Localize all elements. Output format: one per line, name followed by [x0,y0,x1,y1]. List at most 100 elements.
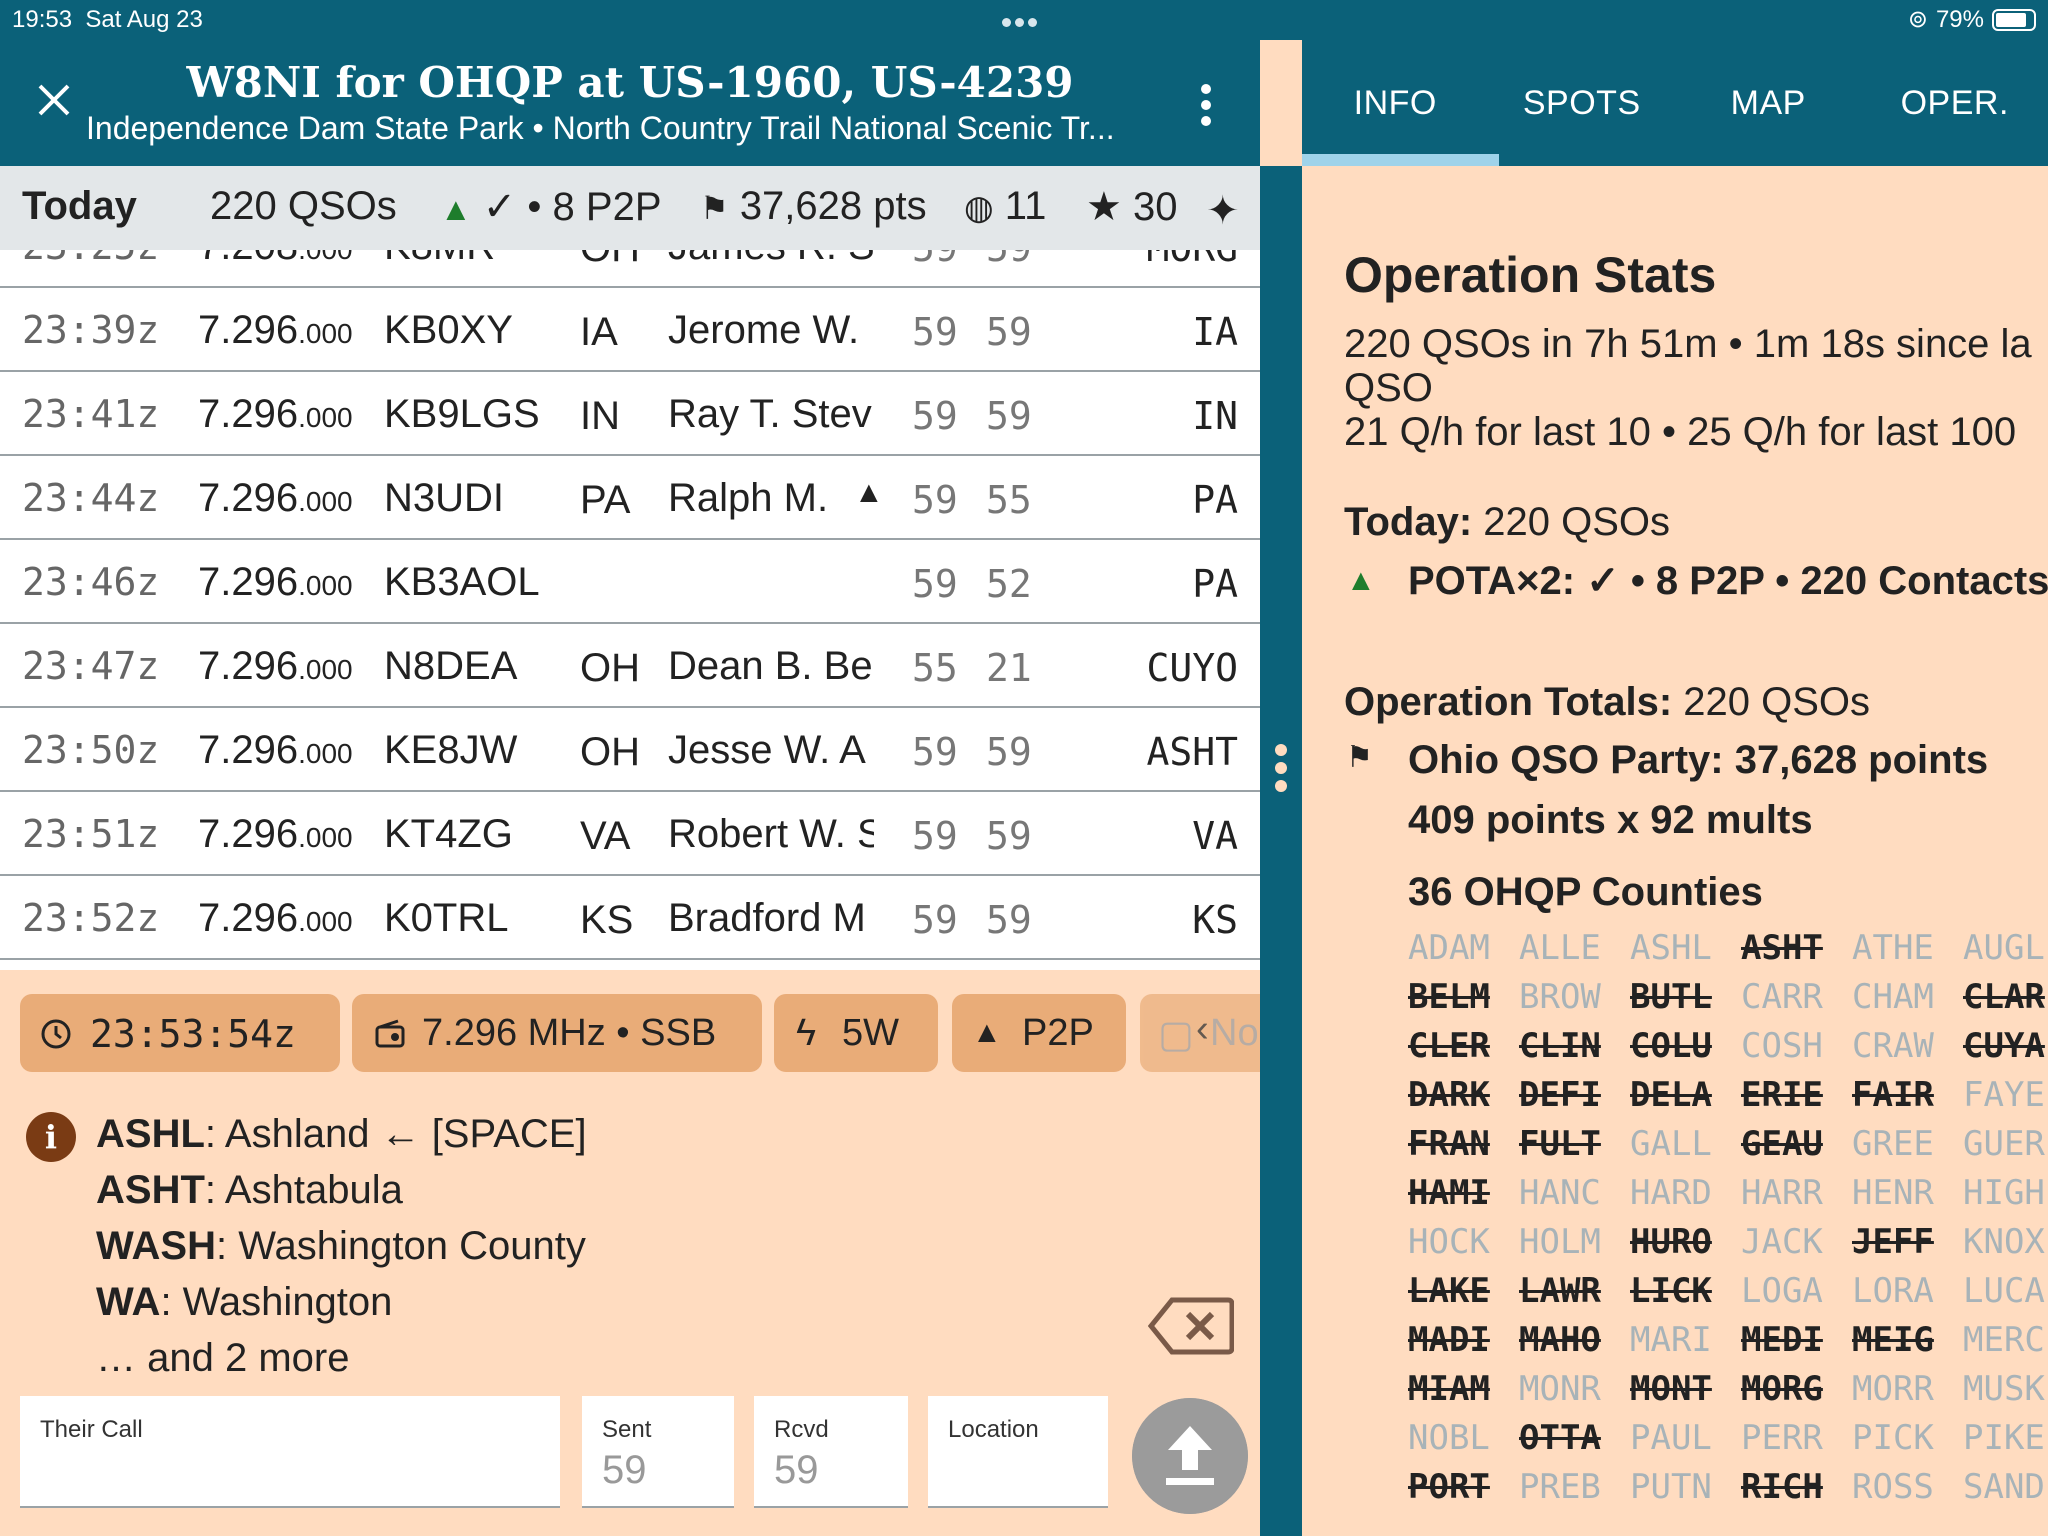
table-row[interactable]: 23:25z 7.208.000 K8MR OH James R. S 59 59 MORG [0,250,1260,288]
ohqp-mults: 409 points x 92 mults [1408,798,1813,842]
p2p-chip[interactable]: ▲ P2P [952,994,1126,1072]
county-code: MONT [1630,1369,1712,1409]
star-icon: ★ [1086,185,1122,229]
county-code: MARI [1630,1320,1712,1360]
county-code: ASHT [1741,928,1823,968]
info-icon: i [26,1112,76,1162]
backspace-icon[interactable] [1148,1296,1234,1356]
table-row[interactable]: 23:52z 7.296.000 K0TRL KS Bradford M 59 59 KS [0,876,1260,960]
pota-line: POTA×2: ✓ • 8 P2P • 220 Contacts [1408,559,2048,603]
county-code: GALL [1630,1124,1712,1164]
frequency-chip[interactable]: 7.296 MHz • SSB [352,994,762,1072]
qso-log-table[interactable]: 23:25z7.208.000K8MROHJames R. S5959MORG2… [0,250,1260,970]
operation-stats-title: Operation Stats [1344,247,1717,303]
county-code: MEDI [1741,1320,1823,1360]
qso-frequency: 7.208.000 [198,250,353,269]
sent-field[interactable]: Sent 59 [582,1396,734,1508]
qso-name: Dean B. Be [668,644,873,688]
qso-name: Ralph M. [668,476,829,520]
more-menu-icon[interactable] [1196,84,1216,130]
clock-chip[interactable]: 23:53:54z [20,994,340,1072]
their-call-field[interactable]: Their Call [20,1396,560,1508]
notes-chip[interactable]: ▢ No ‹ [1140,994,1260,1072]
close-icon[interactable] [34,80,74,120]
qso-rcvd: 52 [986,562,1032,606]
hint-line[interactable]: WA: Washington [96,1280,392,1325]
qso-location: ASHT [1146,730,1238,774]
totals-line: Operation Totals: 220 QSOs [1344,680,1871,724]
county-code: MONR [1519,1369,1601,1409]
qso-rcvd: 59 [986,730,1032,774]
location-field[interactable]: Location [928,1396,1108,1508]
table-row[interactable]: 23:47z 7.296.000 N8DEA OH Dean B. Be 55 21 CUYO [0,624,1260,708]
county-code: GEAU [1741,1124,1823,1164]
qso-frequency: 7.296.000 [198,392,353,436]
hint-line[interactable]: ASHT: Ashtabula [96,1168,403,1213]
county-code: MAHO [1519,1320,1601,1360]
qso-callsign: KB0XY [384,308,513,352]
county-code: MORR [1852,1369,1934,1409]
county-code: MEIG [1852,1320,1934,1360]
qso-location: CUYO [1146,646,1238,690]
flag-icon: ⚑ [700,190,729,226]
tab-map[interactable]: MAP [1675,40,1862,166]
table-row[interactable]: 23:50z 7.296.000 KE8JW OH Jesse W. A 59 59 ASHT [0,708,1260,792]
tree-icon: ▲ [854,476,884,509]
table-row[interactable]: 23:39z 7.296.000 KB0XY IA Jerome W. 59 59 IA [0,288,1260,372]
info-panel: Operation Stats 220 QSOs in 7h 51m • 1m … [1302,166,2048,1536]
globe-icon: ◍ [964,189,994,227]
qso-time: 23:39z [22,308,160,352]
county-code: PORT [1408,1467,1490,1507]
qso-location: MORG [1146,250,1238,270]
county-code: ROSS [1852,1467,1934,1507]
county-code: PICK [1852,1418,1934,1458]
power-chip[interactable]: ϟ 5W [774,994,938,1072]
county-code: SAND [1963,1467,2045,1507]
county-code: COSH [1741,1026,1823,1066]
county-code: HARR [1741,1173,1823,1213]
county-code: FAIR [1852,1075,1934,1115]
qso-callsign: KB3AOL [384,560,540,604]
county-code: LAKE [1408,1271,1490,1311]
multitasking-dots[interactable] [1002,14,1046,27]
qso-sent: 59 [912,814,958,858]
county-code: NOBL [1408,1418,1490,1458]
qso-name: Jerome W. [668,308,860,352]
qso-callsign: KE8JW [384,728,518,772]
qso-callsign: KT4ZG [384,812,513,856]
hint-line[interactable]: ASHL: Ashland ← [SPACE] [96,1112,587,1157]
tab-info[interactable]: INFO [1302,40,1499,166]
qso-frequency: 7.296.000 [198,560,353,604]
radio-icon [375,1019,405,1048]
table-row[interactable]: 23:41z 7.296.000 KB9LGS IN Ray T. Stev 59 59 IN [0,372,1260,456]
county-code: FULT [1519,1124,1601,1164]
hint-line[interactable]: WASH: Washington County [96,1224,586,1269]
county-code: PAUL [1630,1418,1712,1458]
qso-frequency: 7.296.000 [198,476,353,520]
qso-sent: 59 [912,250,958,270]
qso-rcvd: 59 [986,250,1032,270]
today-summary-bar[interactable]: Today 220 QSOs ▲ ✓ • 8 P2P ⚑ 37,628 pts … [0,166,1260,250]
qso-callsign: KB9LGS [384,392,540,436]
qso-time: 23:50z [22,728,160,772]
tab-operation[interactable]: OPER. [1862,40,2048,166]
county-code: HOCK [1408,1222,1490,1262]
split-divider-handle[interactable] [1260,166,1302,1536]
submit-upload-button[interactable] [1132,1398,1248,1514]
maple-leaf-icon: ✦ [1206,189,1240,233]
qso-sent: 55 [912,646,958,690]
summary-today: Today [22,184,137,228]
table-row[interactable]: 23:44z 7.296.000 N3UDI PA Ralph M. ▲ 59 55 PA [0,456,1260,540]
county-code: CUYA [1963,1026,2045,1066]
qso-sent: 59 [912,730,958,774]
table-row[interactable]: 23:51z 7.296.000 KT4ZG VA Robert W. S 59 59 VA [0,792,1260,876]
status-bar: 19:53 Sat Aug 23 ⊚ 79% [0,0,2048,40]
qso-sent: 59 [912,898,958,942]
qso-callsign: K0TRL [384,896,509,940]
status-chips: 23:53:54z 7.296 MHz • SSB ϟ 5W ▲ P2P ▢ N… [0,994,1260,1074]
chevron-left-icon[interactable]: ‹ [1196,1008,1209,1051]
qso-name: Robert W. S [668,812,874,856]
rcvd-field[interactable]: Rcvd 59 [754,1396,908,1508]
table-row[interactable]: 23:46z 7.296.000 KB3AOL 59 52 PA [0,540,1260,624]
tab-spots[interactable]: SPOTS [1489,40,1676,166]
